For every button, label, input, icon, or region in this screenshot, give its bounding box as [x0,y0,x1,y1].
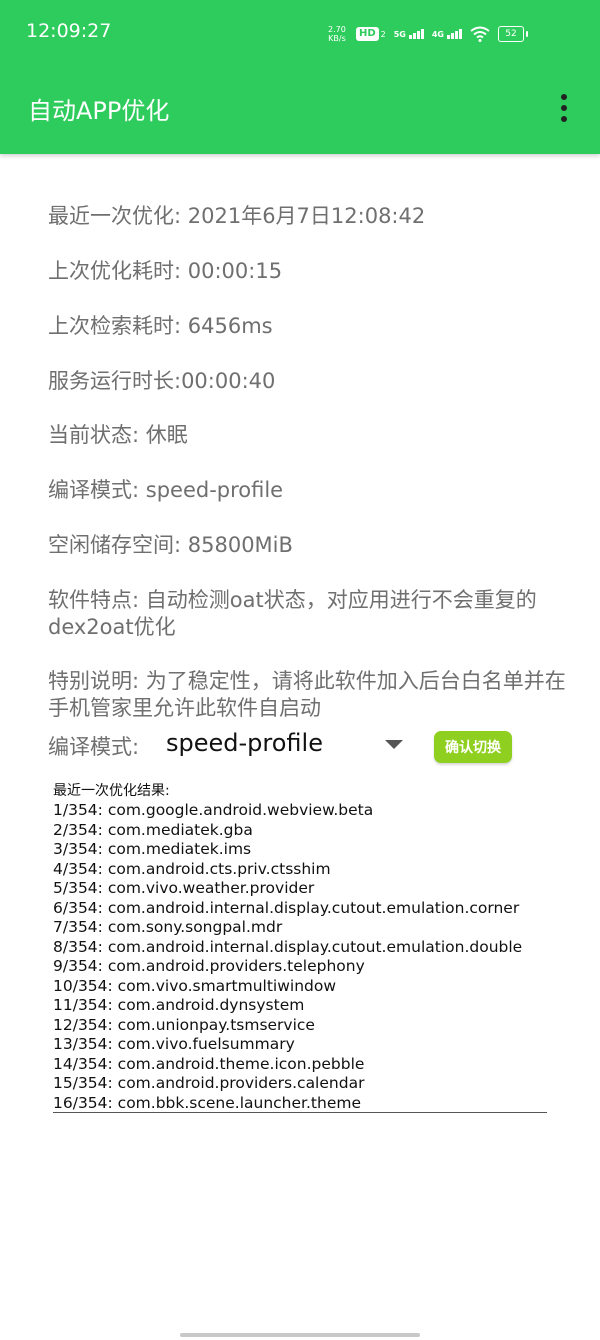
list-item: 4/354: com.android.cts.priv.ctsshim [53,859,331,878]
app-bar: 12:09:27 2.70 KB/s HD 2 5G 4G 52 自动APP优化 [0,0,600,154]
special-note: 特别说明: 为了稳定性，请将此软件加入后台白名单并在手机管家里允许此软件自启动 [48,669,566,720]
home-indicator[interactable] [180,1333,420,1337]
signal-4g-icon: 4G [432,29,462,39]
confirm-switch-button[interactable]: 确认切换 [434,731,512,763]
software-features: 软件特点: 自动检测oat状态，对应用进行不会重复的dex2oat优化 [48,588,537,639]
list-item: 6/354: com.android.internal.display.cuto… [53,898,520,917]
optimization-results[interactable]: 最近一次优化结果: 1/354: com.google.android.webv… [53,782,547,1113]
battery-icon: 52 [498,26,528,42]
list-item: 13/354: com.vivo.fuelsummary [53,1035,295,1053]
list-item: 12/354: com.unionpay.tsmservice [53,1015,315,1034]
more-vert-icon[interactable] [556,94,572,122]
list-item: 2/354: com.mediatek.gba [53,820,253,839]
last-optimization-duration: 上次优化耗时: 00:00:15 [48,259,283,283]
status-bar: 12:09:27 2.70 KB/s HD 2 5G 4G 52 [0,0,600,66]
results-title: 最近一次优化结果: [53,783,170,799]
list-item: 1/354: com.google.android.webview.beta [53,801,374,819]
list-item: 11/354: com.android.dynsystem [53,996,305,1014]
list-item: 5/354: com.vivo.weather.provider [53,879,315,897]
net-speed: 2.70 KB/s [328,25,346,43]
list-item: 8/354: com.android.internal.display.cuto… [53,937,523,956]
list-item: 14/354: com.android.theme.icon.pebble [53,1054,365,1073]
signal-5g-icon: 5G [394,29,424,39]
results-list: 1/354: com.google.android.webview.beta 2/… [53,801,547,1112]
list-item: 7/354: com.sony.songpal.mdr [53,918,283,936]
dropdown-arrow-icon[interactable] [385,740,403,749]
wifi-icon [470,26,490,42]
service-uptime: 服务运行时长:00:00:40 [48,369,276,393]
last-search-duration: 上次检索耗时: 6456ms [48,314,273,338]
last-optimization-time: 最近一次优化: 2021年6月7日12:08:42 [48,204,426,228]
app-title: 自动APP优化 [28,97,170,125]
list-item: 10/354: com.vivo.smartmultiwindow [53,976,337,995]
status-time: 12:09:27 [26,20,112,42]
compile-mode-label: 编译模式: [48,735,140,759]
free-storage: 空闲储存空间: 85800MiB [48,533,293,557]
list-item: 9/354: com.android.providers.telephony [53,957,365,975]
status-icons: 2.70 KB/s HD 2 5G 4G 52 [326,20,528,48]
hd-voice-icon: HD [355,27,379,41]
hd-sim-index: 2 [380,29,386,39]
current-state: 当前状态: 休眠 [48,423,188,447]
list-item: 3/354: com.mediatek.ims [53,840,252,858]
list-item: 15/354: com.android.providers.calendar [53,1074,365,1092]
compile-mode-spinner[interactable]: speed-profile [166,729,323,757]
compile-mode-info: 编译模式: speed-profile [48,478,284,502]
list-item: 16/354: com.bbk.scene.launcher.theme [53,1093,361,1112]
